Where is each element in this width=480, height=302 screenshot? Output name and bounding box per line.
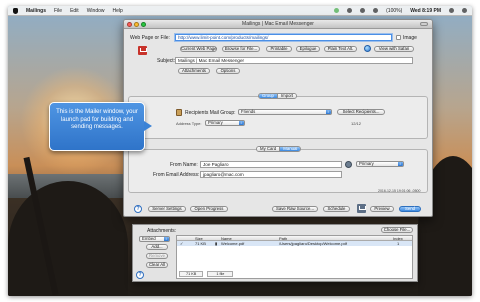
options-button[interactable]: Options	[216, 68, 240, 74]
epilogue-button[interactable]: Epilogue	[296, 46, 320, 52]
image-checkbox[interactable]	[396, 35, 401, 40]
menu-window[interactable]: Window	[87, 8, 105, 14]
help-icon[interactable]: ?	[136, 271, 144, 279]
embed-select[interactable]: Embed	[139, 236, 170, 242]
mycard-manual-tabs: My Card Manual	[256, 146, 302, 152]
menu-app-name[interactable]: Mailings	[26, 8, 46, 14]
row-index: 1	[397, 241, 400, 246]
total-files: 1 file	[207, 271, 234, 277]
sender-address-type-value: Primary	[359, 161, 374, 166]
group-import-tabs: Group Import	[258, 93, 298, 99]
address-type-select[interactable]: Primary	[205, 120, 245, 126]
zoom-icon[interactable]	[141, 22, 146, 27]
recipient-count: 12/12	[351, 121, 362, 126]
minimize-icon[interactable]	[134, 22, 139, 27]
attachments-table: Size Name Path Index ✓ 71 KB ▮ Welcome.p…	[176, 235, 413, 279]
recipients-group-label: Recipients Mail Group:	[185, 110, 236, 116]
from-email-field[interactable]: jpagliaro@mac.com	[200, 171, 342, 178]
mail-icon	[357, 204, 366, 213]
window-controls	[127, 22, 146, 27]
recipients-group-box	[128, 96, 428, 139]
attachments-button[interactable]: Attachments	[178, 68, 210, 74]
save-raw-source-button[interactable]: Save Raw Source...	[272, 206, 318, 212]
image-label: Image	[403, 35, 417, 41]
row-path: /Users/jpagliaro/Desktop/Welcome.pdf	[279, 241, 347, 246]
row-size: 71 KB	[195, 241, 206, 246]
tab-group[interactable]: Group	[259, 94, 277, 98]
menu-clock[interactable]: Wed 8:19 PM	[410, 8, 441, 14]
tab-import[interactable]: Import	[276, 94, 297, 98]
from-name-field[interactable]: Joe Pagliaro	[200, 161, 342, 168]
url-field[interactable]: http://www.limit-point.com/products/mail…	[175, 34, 392, 41]
total-size: 71 KB	[179, 271, 204, 277]
clear-all-button[interactable]: Clear All	[146, 262, 168, 268]
select-arrow-icon	[326, 110, 331, 114]
user-icon[interactable]	[449, 8, 454, 13]
close-icon[interactable]	[127, 22, 132, 27]
subject-label: Subject:	[157, 58, 176, 64]
bluetooth-icon[interactable]	[347, 8, 353, 13]
select-arrow-icon	[239, 121, 244, 125]
recipients-group-select[interactable]: Friends	[238, 109, 332, 115]
subject-field[interactable]: Mailings | Mac Email Messenger	[175, 57, 413, 64]
row-name: Welcome.pdf	[221, 241, 245, 246]
safari-globe-icon	[364, 45, 371, 52]
from-email-label: From Email Address:	[153, 172, 200, 178]
embed-value: Embed	[142, 236, 156, 241]
wifi-icon[interactable]	[360, 8, 366, 13]
webpage-label: Web Page or File:	[130, 35, 170, 41]
preview-button[interactable]: Preview	[370, 206, 394, 212]
select-arrow-icon	[164, 237, 169, 241]
send-button[interactable]: Send	[399, 206, 421, 212]
menu-edit[interactable]: Edit	[70, 8, 79, 14]
address-type-value: Primary	[208, 120, 223, 125]
apple-icon[interactable]	[13, 7, 18, 14]
view-safari-button[interactable]: View with Safari	[374, 46, 414, 52]
from-name-label: From Name:	[170, 162, 198, 168]
address-book-icon	[176, 109, 182, 116]
totals-bar: 71 KB 1 file	[179, 271, 234, 277]
schedule-button[interactable]: Schedule	[323, 206, 350, 212]
menu-help[interactable]: Help	[113, 8, 123, 14]
toolbar-toggle-button[interactable]	[420, 22, 428, 26]
plain-text-alt-button[interactable]: Plain Text Alt.	[324, 46, 357, 52]
window-title: Mailings | Mac Email Messenger	[242, 21, 314, 27]
choose-file-button[interactable]: Choose File...	[381, 227, 413, 233]
stamp-icon	[138, 46, 147, 55]
help-icon[interactable]: ?	[134, 205, 142, 213]
menu-bar: Mailings File Edit Window Help (100%) We…	[8, 6, 472, 16]
desktop-screenshot: Mailings File Edit Window Help (100%) We…	[8, 6, 472, 296]
add-attachment-button[interactable]: Add...	[146, 244, 168, 250]
select-recipients-button[interactable]: Select Recipients...	[337, 109, 385, 115]
battery-percent[interactable]: (100%)	[386, 8, 402, 14]
info-callout: This is the Mailer window, your launch p…	[49, 102, 152, 151]
callout-pointer	[144, 121, 152, 131]
attachments-label: Attachments:	[147, 228, 177, 234]
window-titlebar[interactable]: Mailings | Mac Email Messenger	[124, 20, 432, 29]
tab-manual[interactable]: Manual	[279, 147, 301, 151]
browse-file-button[interactable]: Browse for File...	[222, 46, 260, 52]
open-progress-button[interactable]: Open Progress	[190, 206, 228, 212]
current-web-page-button[interactable]: Current Web Page	[180, 46, 217, 52]
sender-address-type-select[interactable]: Primary	[356, 161, 404, 167]
attachments-drawer: Attachments: Choose File... Embed Add...…	[132, 224, 418, 282]
status-icon[interactable]	[334, 8, 340, 13]
pdf-icon: ▮	[215, 241, 218, 246]
row-checkbox[interactable]: ✓	[180, 241, 183, 246]
spotlight-icon[interactable]	[462, 8, 467, 13]
address-type-label: Address Type:	[176, 121, 202, 126]
mailer-window: Mailings | Mac Email Messenger Web Page …	[123, 19, 433, 217]
menu-file[interactable]: File	[54, 8, 62, 14]
printable-button[interactable]: Printable	[266, 46, 292, 52]
remove-attachment-button[interactable]: Remove	[146, 253, 168, 259]
callout-text: This is the Mailer window, your launch p…	[56, 109, 138, 130]
server-settings-button[interactable]: Server Settings	[148, 206, 186, 212]
recipients-group-value: Friends	[241, 109, 256, 114]
select-arrow-icon	[398, 162, 403, 166]
table-row[interactable]: ✓ 71 KB ▮ Welcome.pdf /Users/jpagliaro/D…	[177, 241, 412, 246]
contact-card-icon[interactable]	[345, 161, 352, 168]
volume-icon[interactable]	[373, 8, 379, 13]
tab-my-card[interactable]: My Card	[257, 147, 280, 151]
timestamp: 2016-12-15 19:01:06 -0500	[378, 189, 421, 193]
